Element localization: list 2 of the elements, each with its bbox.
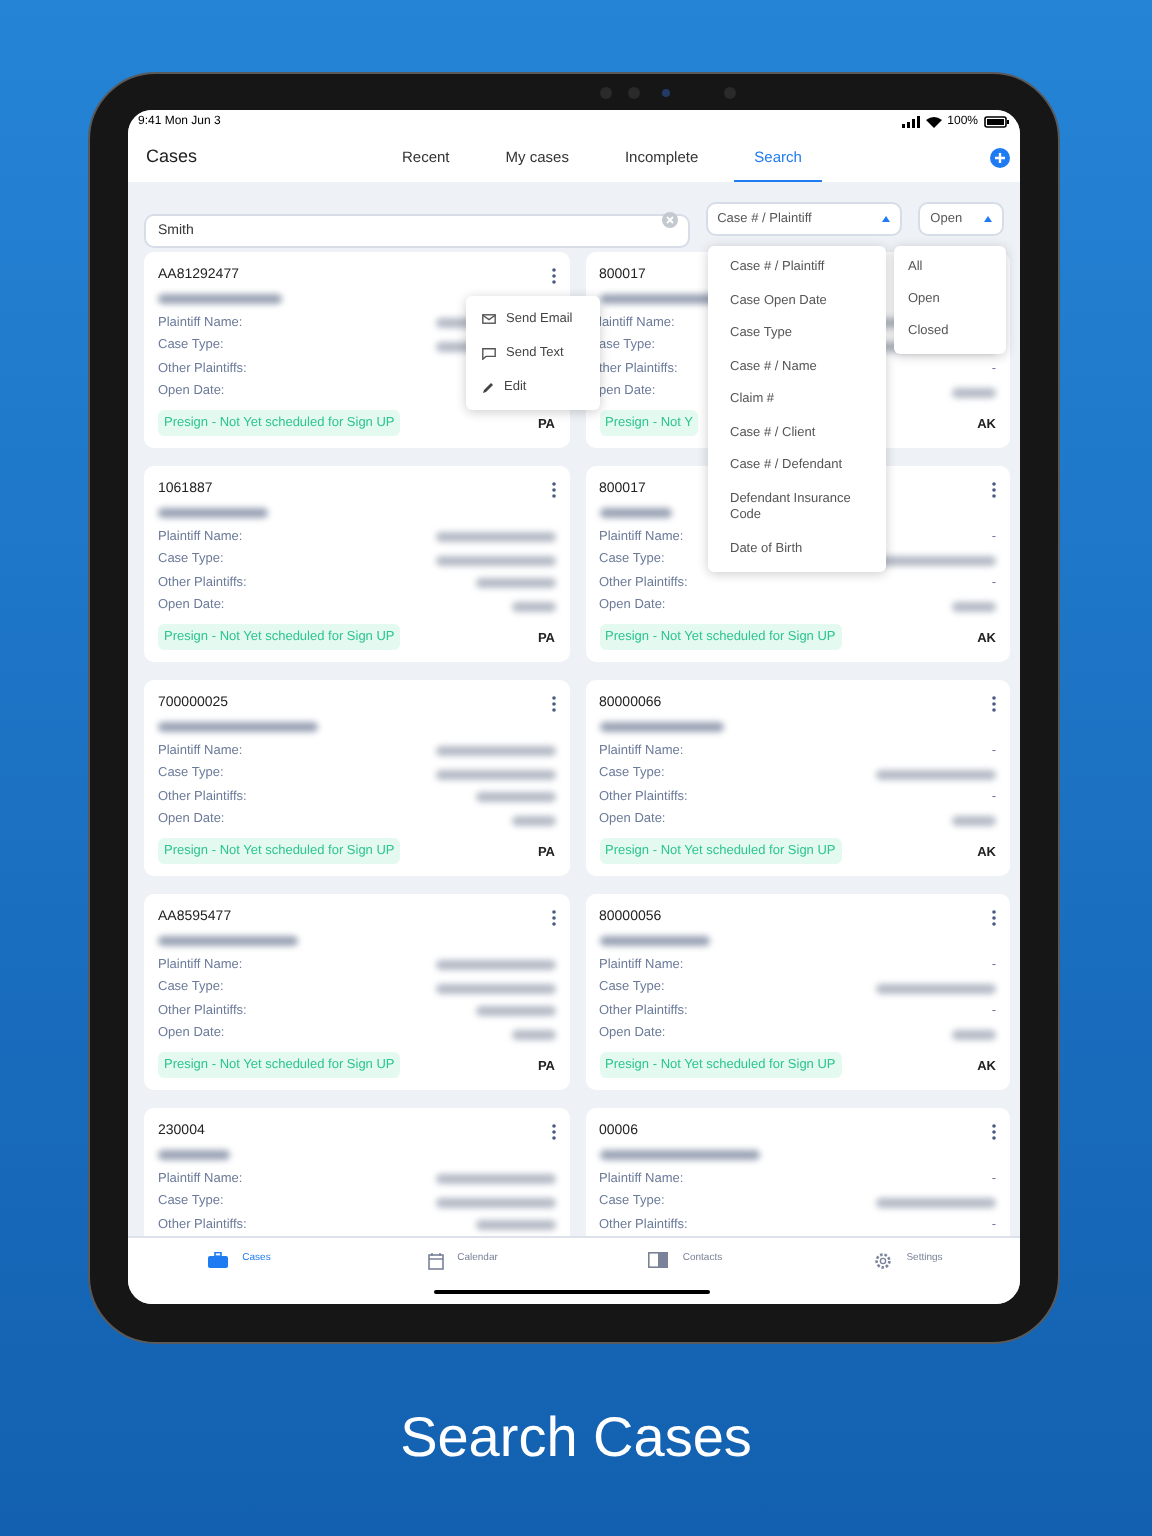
caption-heading: Search Cases [400,1404,752,1472]
page-title: Cases [146,144,200,171]
